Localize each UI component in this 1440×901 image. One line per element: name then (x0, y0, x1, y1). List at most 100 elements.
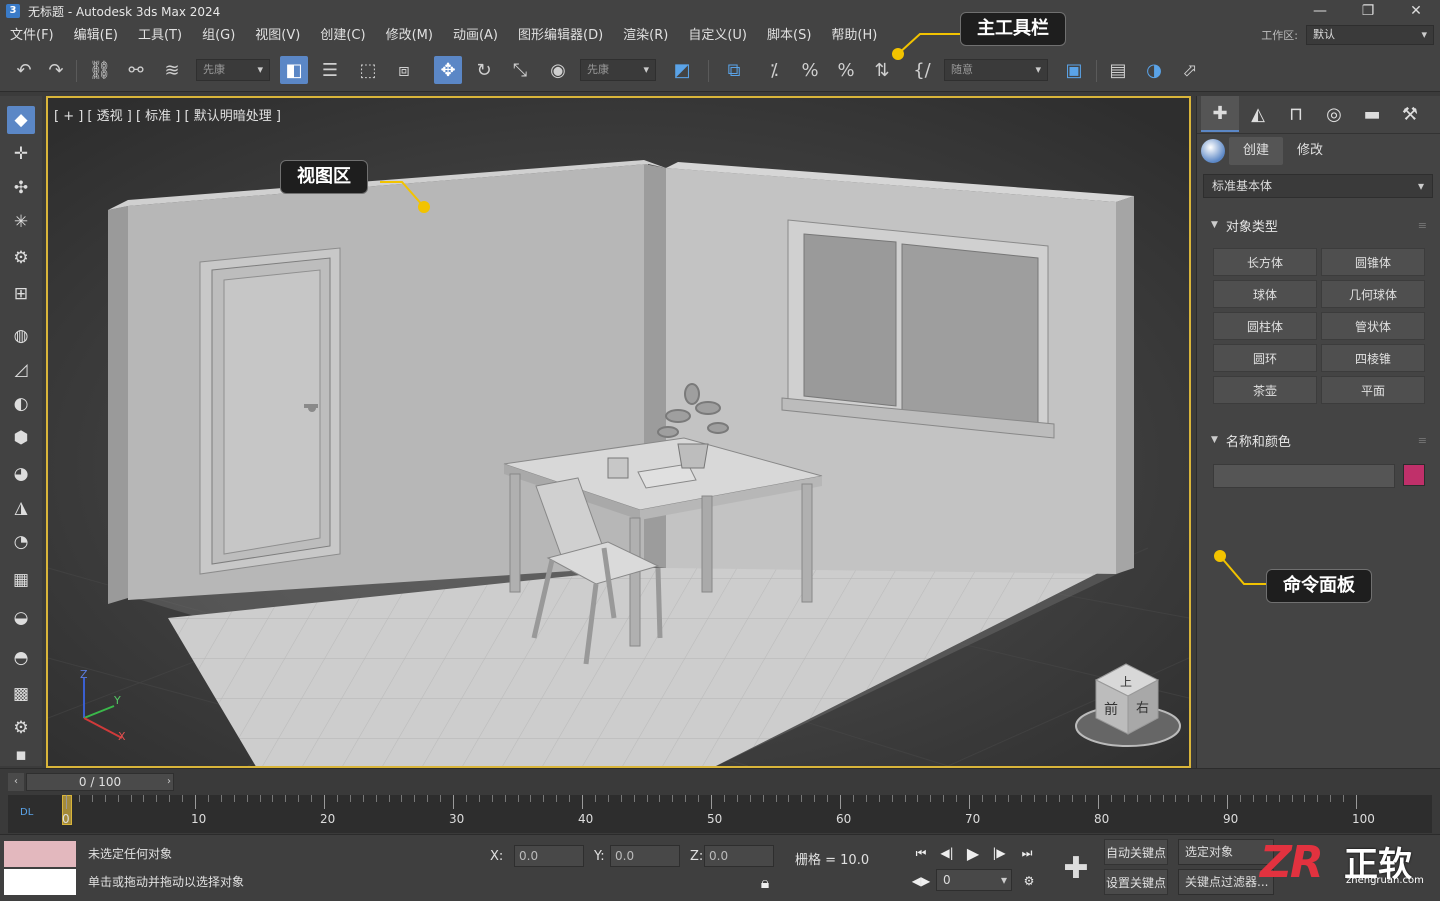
mirror-icon[interactable]: ▣ (1060, 56, 1088, 84)
auto-key-button[interactable]: 自动关键点 (1104, 839, 1168, 865)
menu-customize[interactable]: 自定义(U) (678, 22, 757, 50)
maxscript-listener-bottom[interactable] (4, 869, 76, 895)
tube-button[interactable]: 管状体 (1321, 312, 1425, 340)
lock-icon[interactable]: 🔒︎ (752, 871, 778, 895)
subtab-create[interactable]: 创建 (1229, 137, 1284, 165)
select-by-name-icon[interactable]: ☰ (316, 56, 344, 84)
select-place-icon[interactable]: ◉ (544, 56, 572, 84)
more-tools-icon[interactable]: ▪ (7, 745, 35, 765)
render-icon[interactable]: ◓ (7, 644, 35, 672)
y-coord-field[interactable]: 0.0 (610, 845, 680, 867)
cylinder-button[interactable]: 圆柱体 (1213, 312, 1317, 340)
undo-icon[interactable]: ↶ (10, 56, 38, 84)
globe-icon[interactable]: ◕ (7, 460, 35, 488)
helper-icon[interactable]: ⚙ (7, 244, 35, 272)
named-selection-dropdown[interactable]: 随意 (944, 59, 1048, 81)
torus-button[interactable]: 圆环 (1213, 344, 1317, 372)
cone-icon[interactable]: ◮ (7, 494, 35, 522)
goto-start-icon[interactable]: ⏮ (908, 841, 934, 865)
timeline-prev-icon[interactable]: ‹ (8, 773, 24, 791)
menu-animation[interactable]: 动画(A) (443, 22, 508, 50)
ruler-icon[interactable]: ◿ (7, 356, 35, 384)
time-slider[interactable]: 0 / 100 › (26, 773, 174, 791)
use-pivot-icon[interactable]: ◩ (668, 56, 696, 84)
half-sphere-icon[interactable]: ◐ (7, 390, 35, 418)
restore-icon[interactable]: ❐ (1344, 0, 1392, 22)
spinner-snap-icon[interactable]: ⇅ (868, 56, 896, 84)
geosphere-button[interactable]: 几何球体 (1321, 280, 1425, 308)
subtab-modify[interactable]: 修改 (1283, 137, 1337, 165)
plane-button[interactable]: 平面 (1321, 376, 1425, 404)
menu-scripting[interactable]: 脚本(S) (757, 22, 821, 50)
selection-filter-dropdown[interactable]: 先康 (196, 59, 270, 81)
menu-rendering[interactable]: 渲染(R) (613, 22, 678, 50)
box-button[interactable]: 长方体 (1213, 248, 1317, 276)
timeline-next-icon[interactable]: › (167, 774, 171, 790)
maxscript-listener-top[interactable] (4, 841, 76, 867)
link-icon[interactable]: ⛓ (86, 56, 114, 84)
snap-toggle-icon[interactable]: ⁒ (760, 56, 788, 84)
cone-button[interactable]: 圆锥体 (1321, 248, 1425, 276)
material-icon[interactable]: ◒ (7, 604, 35, 632)
redo-icon[interactable]: ↷ (42, 56, 70, 84)
menu-create[interactable]: 创建(C) (310, 22, 375, 50)
time-config-icon[interactable]: ⚙ (1016, 869, 1042, 893)
menu-file[interactable]: 文件(F) (0, 22, 64, 50)
select-object-icon[interactable]: ◧ (280, 56, 308, 84)
set-key-button[interactable]: 设置关键点 (1104, 869, 1168, 895)
modify-tab-icon[interactable]: ◭ (1239, 96, 1277, 132)
edit-named-sel-icon[interactable]: {/ (908, 56, 936, 84)
object-name-input[interactable] (1213, 464, 1395, 488)
menu-graph-editors[interactable]: 图形编辑器(D) (508, 22, 613, 50)
cube-icon[interactable]: ⬢ (7, 424, 35, 452)
world-icon[interactable]: ◔ (7, 528, 35, 556)
geometry-sphere-icon[interactable] (1201, 139, 1225, 163)
object-type-rollout[interactable]: ▼ 对象类型 ≡ (1203, 213, 1433, 237)
viewport-label[interactable]: [ + ] [ 透视 ] [ 标准 ] [ 默认明暗处理 ] (54, 105, 281, 124)
window-crossing-icon[interactable]: ⧈ (390, 56, 418, 84)
goto-end-icon[interactable]: ⏭ (1014, 841, 1040, 865)
sphere-tool-icon[interactable]: ◍ (7, 322, 35, 350)
keyboard-shortcut-icon[interactable]: ⧉ (720, 56, 748, 84)
hierarchy-tab-icon[interactable]: ⊓ (1277, 96, 1315, 132)
primitive-category-dropdown[interactable]: 标准基本体 (1203, 174, 1433, 198)
menu-help[interactable]: 帮助(H) (821, 22, 887, 50)
material-editor-icon[interactable]: ◑ (1140, 56, 1168, 84)
display-tab-icon[interactable]: ▬ (1353, 96, 1391, 132)
settings-icon[interactable]: ⚙ (7, 714, 35, 742)
play-icon[interactable]: ▶︎ (960, 841, 986, 865)
create-tab-icon[interactable]: ✚ (1201, 96, 1239, 132)
sphere-button[interactable]: 球体 (1213, 280, 1317, 308)
object-color-swatch[interactable] (1403, 464, 1425, 486)
perspective-viewport[interactable]: Z Y X 上 前 右 [ + ] [ 透视 ] [ 标准 ] [ 默认明暗处理… (46, 96, 1191, 768)
select-tool-icon[interactable]: ◆ (7, 106, 35, 134)
rect-selection-icon[interactable]: ⬚ (354, 56, 382, 84)
select-rotate-icon[interactable]: ↻ (470, 56, 498, 84)
name-color-rollout[interactable]: ▼ 名称和颜色 ≡ (1203, 428, 1433, 452)
render-setup-icon[interactable]: ⬀ (1176, 56, 1204, 84)
current-frame-field[interactable]: 0 (936, 869, 1012, 891)
menu-group[interactable]: 组(G) (192, 22, 245, 50)
menu-views[interactable]: 视图(V) (245, 22, 310, 50)
select-scale-icon[interactable]: ⤡ (506, 56, 534, 84)
z-coord-field[interactable]: 0.0 (704, 845, 774, 867)
prev-frame-icon[interactable]: ◀︎| (934, 841, 960, 865)
menu-tools[interactable]: 工具(T) (128, 22, 192, 50)
minimize-icon[interactable]: — (1296, 0, 1344, 22)
set-key-icon[interactable]: ✚ (1054, 843, 1098, 893)
workspace-dropdown[interactable]: 默认 (1306, 25, 1434, 45)
angle-snap-icon[interactable]: % (796, 56, 824, 84)
app-icon[interactable]: 3 (6, 4, 20, 18)
scene-explorer-icon[interactable]: ▤ (1104, 56, 1132, 84)
motion-tab-icon[interactable]: ◎ (1315, 96, 1353, 132)
utilities-tab-icon[interactable]: ⚒ (1391, 96, 1429, 132)
ref-coord-dropdown[interactable]: 先康 (580, 59, 656, 81)
light-icon[interactable]: ✳ (7, 208, 35, 236)
menu-modifiers[interactable]: 修改(M) (376, 22, 443, 50)
orbit-tool-icon[interactable]: ✣ (7, 174, 35, 202)
bind-spacewarp-icon[interactable]: ≋ (158, 56, 186, 84)
x-coord-field[interactable]: 0.0 (514, 845, 584, 867)
track-bar[interactable]: DL 0 10 20 30 40 50 60 70 80 90 100 (8, 795, 1432, 833)
unlink-icon[interactable]: ⚯ (122, 56, 150, 84)
move-tool-icon[interactable]: ✛ (7, 140, 35, 168)
